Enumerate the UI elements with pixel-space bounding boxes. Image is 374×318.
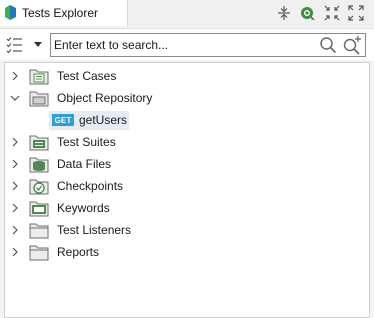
tree-item-keywords[interactable]: Keywords	[5, 198, 365, 218]
reports-folder-icon	[29, 245, 49, 261]
tree-item-data-files[interactable]: Data Files	[5, 154, 365, 174]
tree-item-label: Keywords	[57, 201, 110, 215]
minimize-icon[interactable]	[322, 3, 342, 23]
view-tab-bar: Tests Explorer	[0, 0, 374, 26]
tree-item-label: Reports	[57, 245, 100, 259]
filter-list-icon[interactable]	[6, 36, 24, 54]
tree-item-test-suites[interactable]: Test Suites	[5, 132, 365, 152]
view-toolbar	[274, 3, 366, 23]
chevron-right-icon[interactable]	[10, 137, 20, 147]
tests-explorer-panel: Tests Explorer Enter text to search... T…	[0, 0, 374, 318]
get-method-badge: GET	[52, 114, 74, 126]
search-input[interactable]	[54, 36, 312, 54]
search-box	[50, 33, 366, 57]
filter-dropdown-chevron-down-icon[interactable]	[34, 40, 42, 48]
magnifier-icon[interactable]	[319, 36, 337, 54]
keywords-folder-icon	[29, 201, 49, 217]
tree-item-getusers[interactable]: GET getUsers	[49, 111, 129, 130]
tree-item-label: Test Listeners	[57, 223, 132, 237]
tree-item-object-repository[interactable]: Object Repository	[5, 88, 365, 108]
tree-item-test-listeners[interactable]: Test Listeners	[5, 220, 365, 240]
checkpoints-folder-icon	[29, 179, 49, 195]
chevron-right-icon[interactable]	[10, 247, 20, 257]
chevron-right-icon[interactable]	[10, 71, 20, 81]
collapse-all-icon[interactable]	[274, 3, 294, 23]
tree-item-label: Checkpoints	[57, 179, 124, 193]
chevron-right-icon[interactable]	[10, 181, 20, 191]
tree-item-reports[interactable]: Reports	[5, 242, 365, 262]
tree-item-label: Test Cases	[57, 69, 117, 83]
explorer-tree: Test Cases Object Repository GET getUser…	[4, 62, 370, 318]
maximize-icon[interactable]	[346, 3, 366, 23]
tree-item-label: getUsers	[79, 113, 128, 127]
data-files-folder-icon	[29, 157, 49, 173]
tree-item-label: Test Suites	[57, 135, 116, 149]
tree-item-test-cases[interactable]: Test Cases	[5, 66, 365, 86]
tree-item-label: Data Files	[57, 157, 112, 171]
chevron-right-icon[interactable]	[10, 225, 20, 235]
test-listeners-folder-icon	[29, 223, 49, 239]
tab-title: Tests Explorer	[22, 6, 99, 20]
search-toolbar	[0, 28, 374, 60]
object-repository-folder-icon	[29, 91, 49, 107]
katalon-logo-icon	[5, 5, 16, 20]
test-cases-folder-icon	[29, 69, 49, 85]
tab-tests-explorer[interactable]: Tests Explorer	[0, 0, 128, 26]
chevron-right-icon[interactable]	[10, 203, 20, 213]
chevron-right-icon[interactable]	[10, 159, 20, 169]
tree-item-checkpoints[interactable]: Checkpoints	[5, 176, 365, 196]
tree-item-label: Object Repository	[57, 91, 153, 105]
test-suites-folder-icon	[29, 135, 49, 151]
link-with-editor-icon[interactable]	[298, 3, 318, 23]
chevron-down-icon[interactable]	[10, 93, 20, 103]
advanced-search-icon[interactable]	[342, 35, 362, 55]
